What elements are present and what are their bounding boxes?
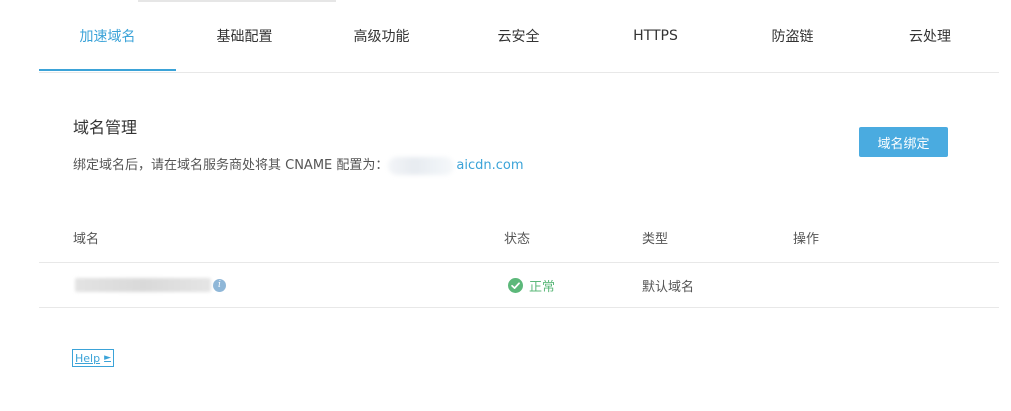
- tab-hotlink-protection[interactable]: 防盗链: [724, 0, 861, 72]
- help-label: Help: [75, 351, 101, 365]
- cname-hint: 绑定域名后，请在域名服务商处将其 CNAME 配置为： aicdn.com: [73, 154, 524, 175]
- type-cell: 默认域名: [642, 279, 695, 295]
- active-tab-indicator: [39, 69, 176, 71]
- tab-https[interactable]: HTTPS: [587, 0, 724, 72]
- info-icon[interactable]: i: [213, 278, 226, 292]
- column-actions: 操作: [793, 231, 820, 247]
- section-title: 域名管理: [73, 118, 138, 137]
- table-header: 域名 状态 类型 操作: [39, 212, 999, 263]
- bind-domain-button[interactable]: 域名绑定: [859, 127, 948, 157]
- help-link[interactable]: Help ►: [72, 349, 114, 367]
- column-domain: 域名: [73, 231, 100, 247]
- tab-bar: 加速域名 基础配置 高级功能 云安全 HTTPS 防盗链 云处理: [39, 0, 999, 73]
- tab-cloud-security[interactable]: 云安全: [450, 0, 587, 72]
- tab-cloud-processing[interactable]: 云处理: [861, 0, 999, 72]
- check-circle-icon: [508, 277, 523, 293]
- arrow-right-icon: ►: [104, 353, 111, 363]
- tab-advanced-features[interactable]: 高级功能: [313, 0, 450, 72]
- table-row: i 正常 默认域名: [39, 263, 999, 308]
- column-status: 状态: [504, 231, 531, 247]
- tab-basic-config[interactable]: 基础配置: [176, 0, 313, 72]
- status-text: 正常: [529, 279, 556, 295]
- cname-hint-text: 绑定域名后，请在域名服务商处将其 CNAME 配置为：: [73, 158, 389, 173]
- column-type: 类型: [642, 231, 669, 247]
- redacted-domain: [75, 278, 211, 292]
- redacted-cname-prefix: [388, 156, 455, 175]
- status-cell: 正常: [508, 263, 555, 307]
- domain-cell: i: [75, 263, 226, 307]
- cname-value: aicdn.com: [456, 158, 524, 173]
- tab-accelerated-domains[interactable]: 加速域名: [39, 0, 176, 72]
